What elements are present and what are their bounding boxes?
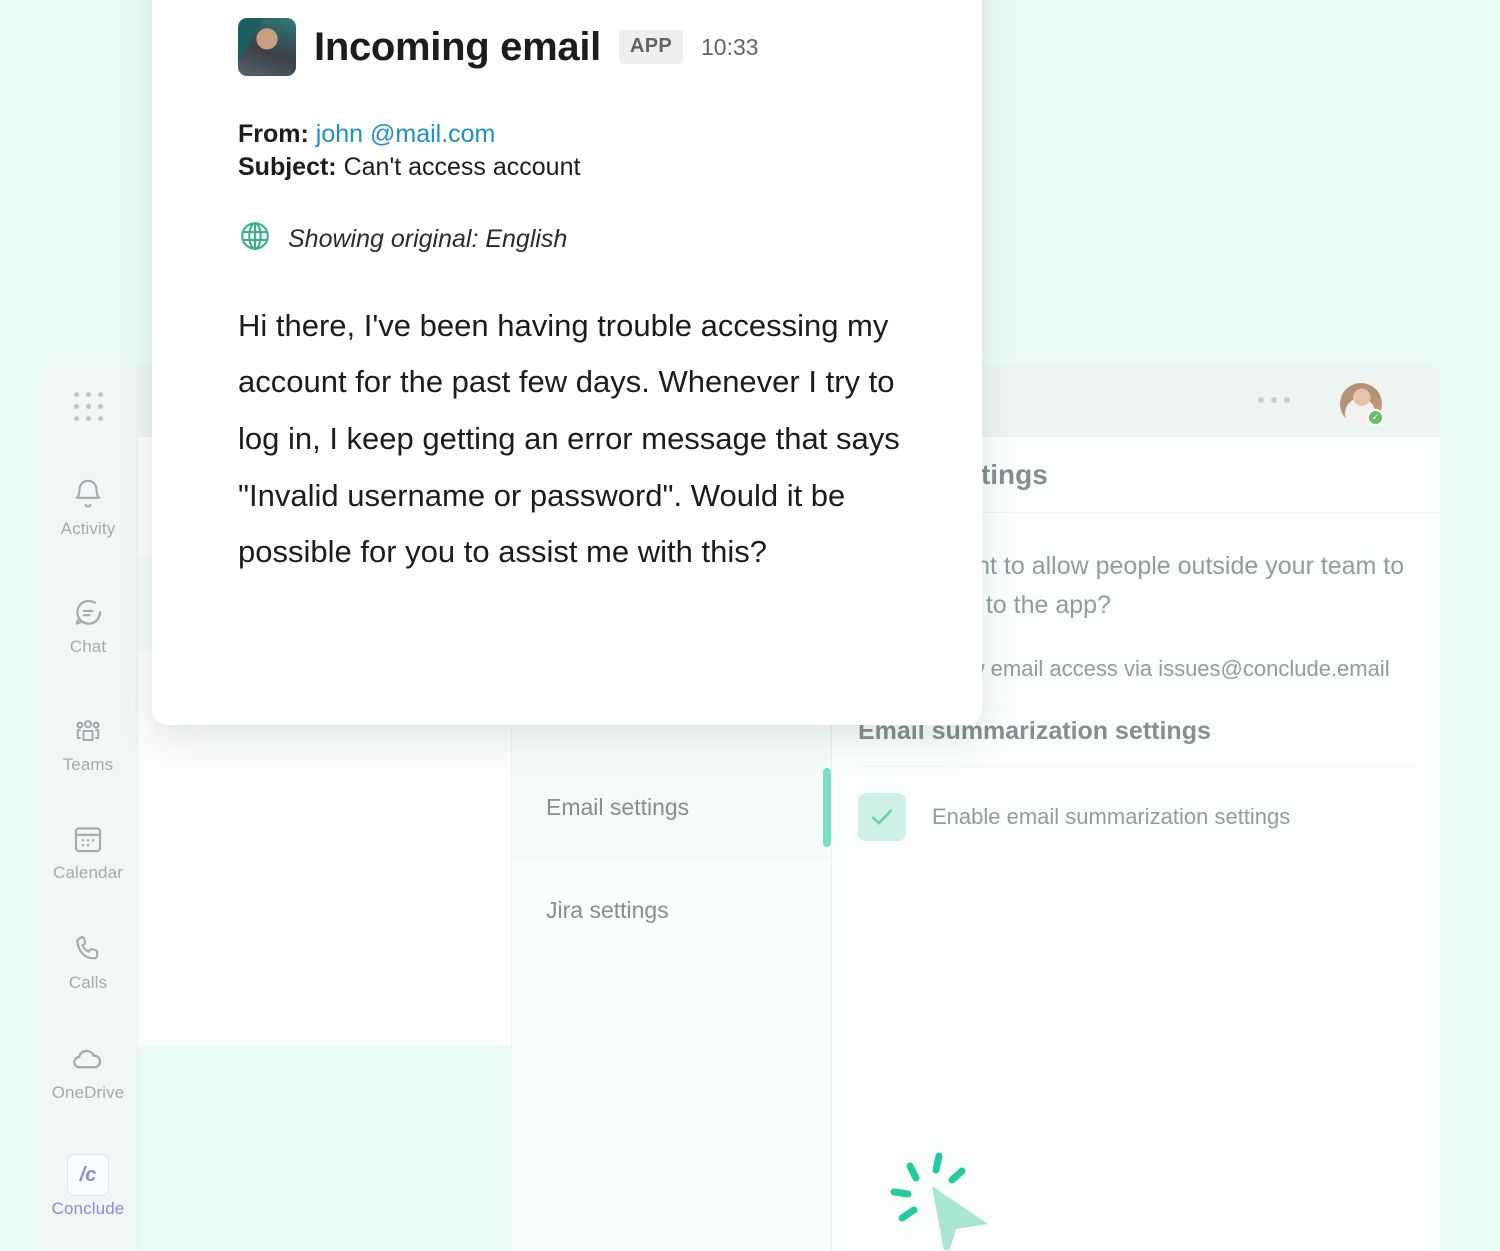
- teams-icon: [38, 709, 138, 753]
- email-meta: From: john @mail.com Subject: Can't acce…: [238, 118, 910, 185]
- app-rail: Activity Chat Teams Calendar Calls OneDr…: [38, 365, 138, 1251]
- incoming-email-card: Incoming email APP 10:33 From: john @mai…: [152, 0, 982, 725]
- email-from-row: From: john @mail.com: [238, 118, 910, 151]
- rail-item-calls[interactable]: Calls: [38, 927, 138, 993]
- email-subject-label: Subject:: [238, 153, 337, 182]
- rail-item-label: Conclude: [51, 1199, 125, 1218]
- email-from-value[interactable]: john @mail.com: [316, 120, 496, 148]
- cloud-icon: [38, 1037, 138, 1081]
- email-body: Hi there, I've been having trouble acces…: [238, 307, 900, 570]
- message-timestamp: 10:33: [701, 33, 759, 60]
- translation-row[interactable]: Showing original: English: [238, 219, 910, 260]
- email-from-label: From:: [238, 120, 309, 148]
- rail-item-conclude[interactable]: /c Conclude: [38, 1153, 138, 1219]
- rail-item-label: OneDrive: [51, 1083, 125, 1102]
- rail-item-label: Activity: [60, 519, 116, 538]
- list-item-email-settings[interactable]: Email settings: [512, 756, 831, 859]
- conclude-logo-icon: /c: [38, 1153, 138, 1197]
- apps-grid-icon[interactable]: [69, 387, 107, 425]
- avatar[interactable]: ✓: [1340, 383, 1384, 426]
- more-horizontal-icon[interactable]: [1258, 397, 1290, 403]
- screen: Activity Chat Teams Calendar Calls OneDr…: [0, 0, 1500, 1251]
- available-status-icon: ✓: [1367, 409, 1384, 426]
- rail-item-label: Teams: [62, 755, 114, 774]
- email-subject-row: Subject: Can't access account: [238, 151, 910, 184]
- translation-note: Showing original: English: [288, 224, 568, 253]
- enable-summarization-checkbox-row[interactable]: Enable email summarization settings: [858, 792, 1414, 841]
- enable-summarization-checkbox[interactable]: [858, 792, 906, 841]
- rail-item-calendar[interactable]: Calendar: [38, 817, 138, 883]
- rail-item-teams[interactable]: Teams: [38, 709, 138, 775]
- globe-icon: [238, 219, 272, 260]
- rail-item-chat[interactable]: Chat: [38, 591, 138, 657]
- message-header: Incoming email APP 10:33: [238, 18, 910, 76]
- list-item-jira-settings[interactable]: Jira settings: [512, 859, 831, 962]
- rail-item-onedrive[interactable]: OneDrive: [38, 1037, 138, 1103]
- list-item-label: Jira settings: [546, 897, 669, 923]
- list-item-label: Email settings: [546, 794, 690, 820]
- rail-item-label: Calls: [68, 973, 108, 992]
- message-title: Incoming email: [314, 24, 601, 69]
- email-subject-value: Can't access account: [343, 153, 581, 182]
- bell-icon: [38, 473, 138, 517]
- rail-item-label: Calendar: [53, 863, 123, 882]
- rail-item-activity[interactable]: Activity: [38, 473, 138, 539]
- enable-summarization-checkbox-label: Enable email summarization settings: [932, 803, 1291, 829]
- calendar-icon: [38, 817, 138, 861]
- phone-icon: [38, 927, 138, 971]
- rail-item-label: Chat: [69, 637, 107, 656]
- chat-icon: [38, 591, 138, 635]
- sender-avatar: [238, 18, 296, 76]
- conclude-logo-text: /c: [67, 1154, 109, 1196]
- allow-email-checkbox-label: Allow email access via issues@conclude.e…: [932, 655, 1390, 681]
- check-icon: [872, 809, 892, 824]
- app-badge: APP: [618, 30, 684, 64]
